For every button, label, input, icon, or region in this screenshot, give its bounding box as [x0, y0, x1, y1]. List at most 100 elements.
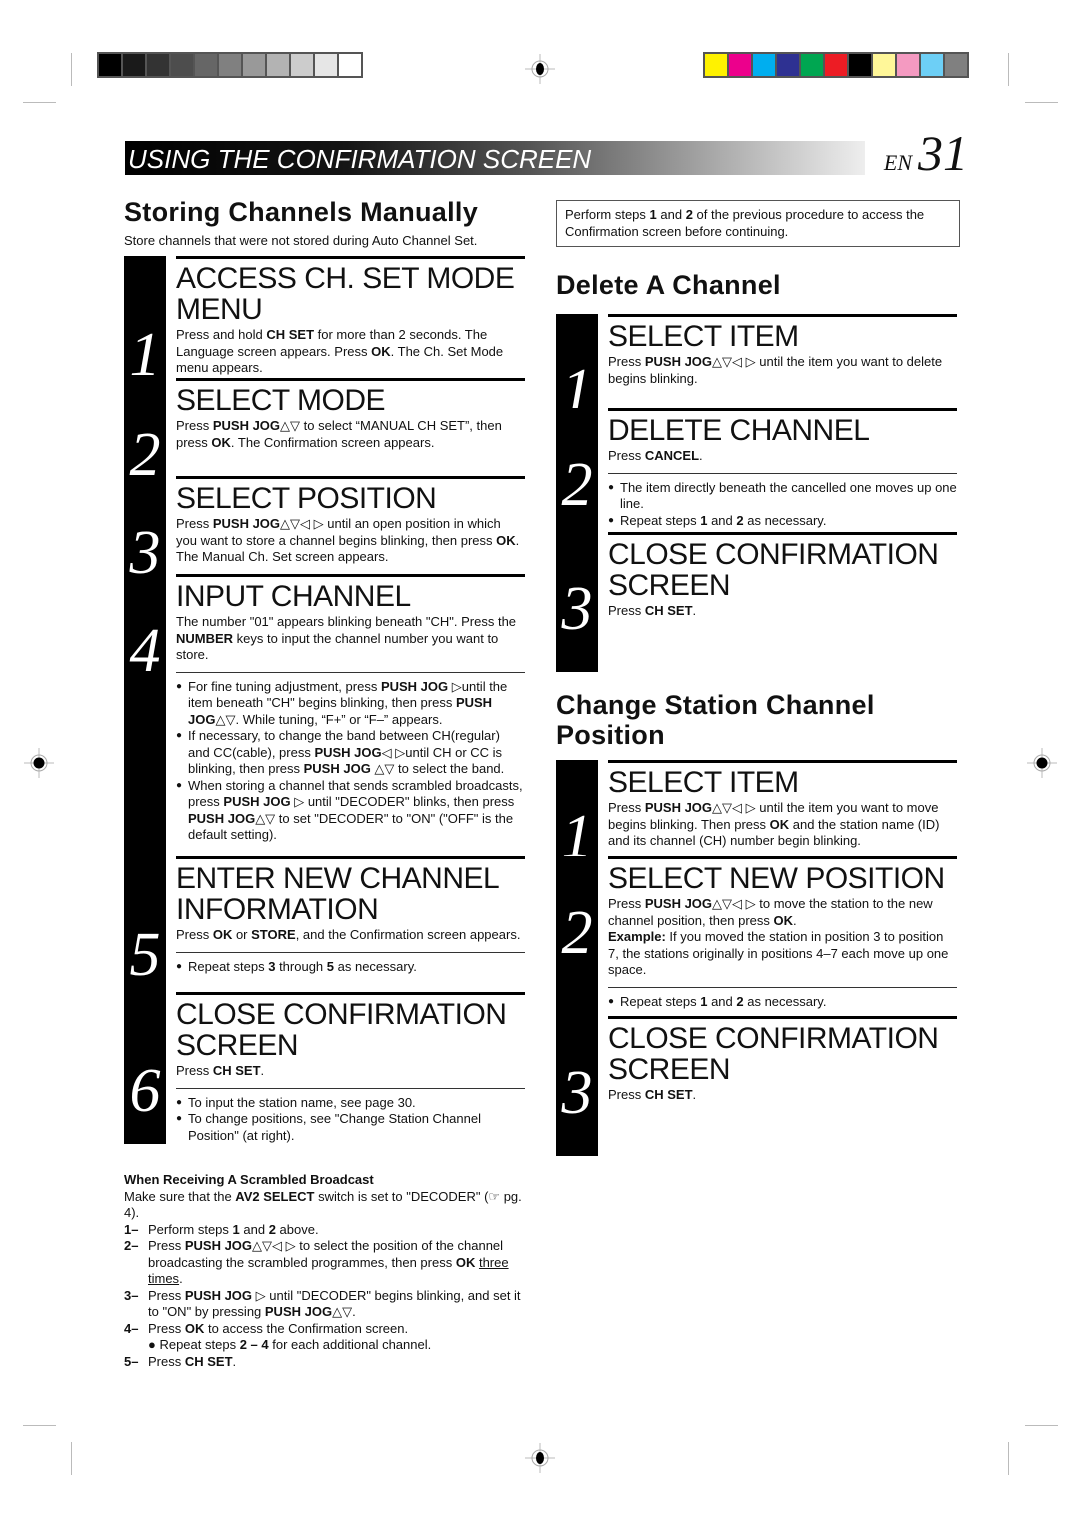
step-body: SELECT ITEM Press PUSH JOG△▽◁ ▷ until the… [598, 760, 957, 856]
step-text: Press PUSH JOG△▽◁ ▷ until an open positi… [176, 516, 520, 564]
registration-mark-icon [24, 748, 54, 778]
scrambled-step-text: Press CH SET. [148, 1353, 237, 1369]
color-swatch [195, 54, 217, 76]
color-swatch [243, 54, 265, 76]
step-title: SELECT MODE [176, 378, 525, 416]
registration-mark-icon [525, 1443, 555, 1473]
section-heading: Storing Channels Manually [124, 197, 479, 227]
step-1: 1 SELECT ITEM Press PUSH JOG△▽◁ ▷ until th… [556, 314, 957, 422]
step-number: 1 [129, 321, 161, 389]
step-title: CLOSE CONFIRMATION SCREEN [608, 1016, 957, 1085]
scrambled-step: 1– Perform steps 1 and 2 above. [124, 1222, 534, 1239]
scrambled-step-text: Press PUSH JOG△▽◁ ▷ to select the positi… [148, 1238, 509, 1286]
color-swatch [873, 54, 895, 76]
step-1: 1 SELECT ITEM Press PUSH JOG△▽◁ ▷ until th… [556, 760, 957, 868]
scrambled-broadcast-section: When Receiving A Scrambled Broadcast Mak… [124, 1172, 534, 1370]
color-swatch [897, 54, 919, 76]
scrambled-step-number: 5– [124, 1353, 139, 1369]
step-3: 3 CLOSE CONFIRMATION SCREEN Press CH SET. [556, 1016, 957, 1156]
prerequisite-note: Perform steps 1 and 2 of the previous pr… [556, 200, 960, 247]
step-title: ENTER NEW CHANNEL INFORMATION [176, 856, 525, 925]
delete-channel-heading: Delete A Channel [556, 270, 781, 300]
color-bar [703, 52, 969, 78]
step-number-column: 3 [556, 532, 598, 672]
step-text: Press PUSH JOG△▽◁ ▷ to move the station … [608, 896, 949, 977]
step-body: ACCESS CH. SET MODE MENU Press and hold C… [166, 256, 525, 378]
step-body: SELECT ITEM Press PUSH JOG△▽◁ ▷ until the… [598, 314, 957, 408]
step-text: Press PUSH JOG△▽ to select “MANUAL CH SE… [176, 418, 502, 450]
color-swatch [99, 54, 121, 76]
note-bullet: If necessary, to change the band between… [176, 728, 525, 778]
scrambled-step: 5– Press CH SET. [124, 1354, 534, 1371]
step-title: INPUT CHANNEL [176, 574, 525, 612]
step-body: CLOSE CONFIRMATION SCREEN Press CH SET. To… [166, 992, 525, 1144]
step-number-column: 2 [124, 378, 166, 486]
step-4: 4 INPUT CHANNEL The number "01" appears bl… [124, 574, 525, 856]
step-title: ACCESS CH. SET MODE MENU [176, 256, 525, 325]
crop-mark [1008, 53, 1009, 86]
step-text: Press CH SET. [176, 1063, 265, 1078]
step-number: 5 [129, 921, 161, 989]
delete-step-list: 1 SELECT ITEM Press PUSH JOG△▽◁ ▷ until th… [556, 314, 957, 672]
registration-mark-icon [525, 54, 555, 84]
step-title: CLOSE CONFIRMATION SCREEN [176, 992, 525, 1061]
scrambled-steps: 1– Perform steps 1 and 2 above. 2– Press PU… [124, 1222, 534, 1371]
step-body: CLOSE CONFIRMATION SCREEN Press CH SET. [598, 532, 957, 672]
step-2: 2 SELECT NEW POSITION Press PUSH JOG△▽◁ ▷ … [556, 856, 957, 1016]
step-number: 3 [561, 575, 593, 643]
step-title: SELECT ITEM [608, 760, 957, 798]
step-number: 4 [129, 617, 161, 685]
crop-mark [1025, 102, 1058, 103]
note-bullet: Repeat steps 3 through 5 as necessary. [176, 959, 525, 976]
color-swatch [849, 54, 871, 76]
color-swatch [921, 54, 943, 76]
step-number: 3 [561, 1059, 593, 1127]
step-text: Press CH SET. [608, 1087, 697, 1102]
crop-mark [1008, 1442, 1009, 1475]
color-swatch [729, 54, 751, 76]
step-title: SELECT NEW POSITION [608, 856, 957, 894]
step-text: The number "01" appears blinking beneath… [176, 614, 517, 662]
step-notes: For fine tuning adjustment, press PUSH J… [176, 671, 525, 844]
step-title: CLOSE CONFIRMATION SCREEN [608, 532, 957, 601]
change-step-list: 1 SELECT ITEM Press PUSH JOG△▽◁ ▷ until th… [556, 760, 957, 1156]
step-title: DELETE CHANNEL [608, 408, 957, 446]
step-text: Press OK or STORE, and the Confirmation … [176, 927, 521, 942]
step-text: Press PUSH JOG△▽◁ ▷ until the item you w… [608, 354, 943, 386]
scrambled-intro: Make sure that the AV2 SELECT switch is … [124, 1188, 522, 1221]
step-text: Press CH SET. [608, 603, 697, 618]
step-number-column: 4 [124, 574, 166, 856]
registration-mark-icon [1027, 748, 1057, 778]
step-notes: To input the station name, see page 30.T… [176, 1087, 525, 1145]
step-body: SELECT MODE Press PUSH JOG△▽ to select “M… [166, 378, 525, 476]
right-column: Delete A Channel 1 SELECT ITEM Press PUSH … [556, 270, 957, 1156]
crop-mark [23, 1425, 56, 1426]
color-swatch [801, 54, 823, 76]
scrambled-step-text: Press OK to access the Confirmation scre… [148, 1320, 432, 1353]
step-body: DELETE CHANNEL Press CANCEL. The item dire… [598, 408, 957, 532]
step-title: SELECT POSITION [176, 476, 525, 514]
step-number-column: 6 [124, 992, 166, 1144]
note-bullet: The item directly beneath the cancelled … [608, 480, 957, 513]
step-number-column: 2 [556, 408, 598, 532]
note-bullet: For fine tuning adjustment, press PUSH J… [176, 679, 525, 729]
step-number-column: 1 [556, 760, 598, 868]
step-number-column: 3 [556, 1016, 598, 1156]
crop-mark [1025, 1425, 1058, 1426]
note-bullet: When storing a channel that sends scramb… [176, 778, 525, 844]
color-swatch [753, 54, 775, 76]
page-number-value: 31 [918, 125, 968, 181]
step-title: SELECT ITEM [608, 314, 957, 352]
note-bullet: Repeat steps 1 and 2 as necessary. [608, 994, 957, 1011]
step-text: Press PUSH JOG△▽◁ ▷ until the item you w… [608, 800, 940, 848]
grayscale-bar [97, 52, 363, 78]
color-swatch [339, 54, 361, 76]
step-body: SELECT NEW POSITION Press PUSH JOG△▽◁ ▷ t… [598, 856, 957, 1016]
step-number-column: 3 [124, 476, 166, 584]
scrambled-step: 4– Press OK to access the Confirmation sc… [124, 1321, 534, 1354]
step-text: Press CANCEL. [608, 448, 703, 463]
left-column: Storing Channels Manually Store channels… [124, 197, 525, 1144]
scrambled-step-number: 2– [124, 1238, 139, 1253]
note-bullet: To change positions, see "Change Station… [176, 1111, 525, 1144]
color-swatch [315, 54, 337, 76]
